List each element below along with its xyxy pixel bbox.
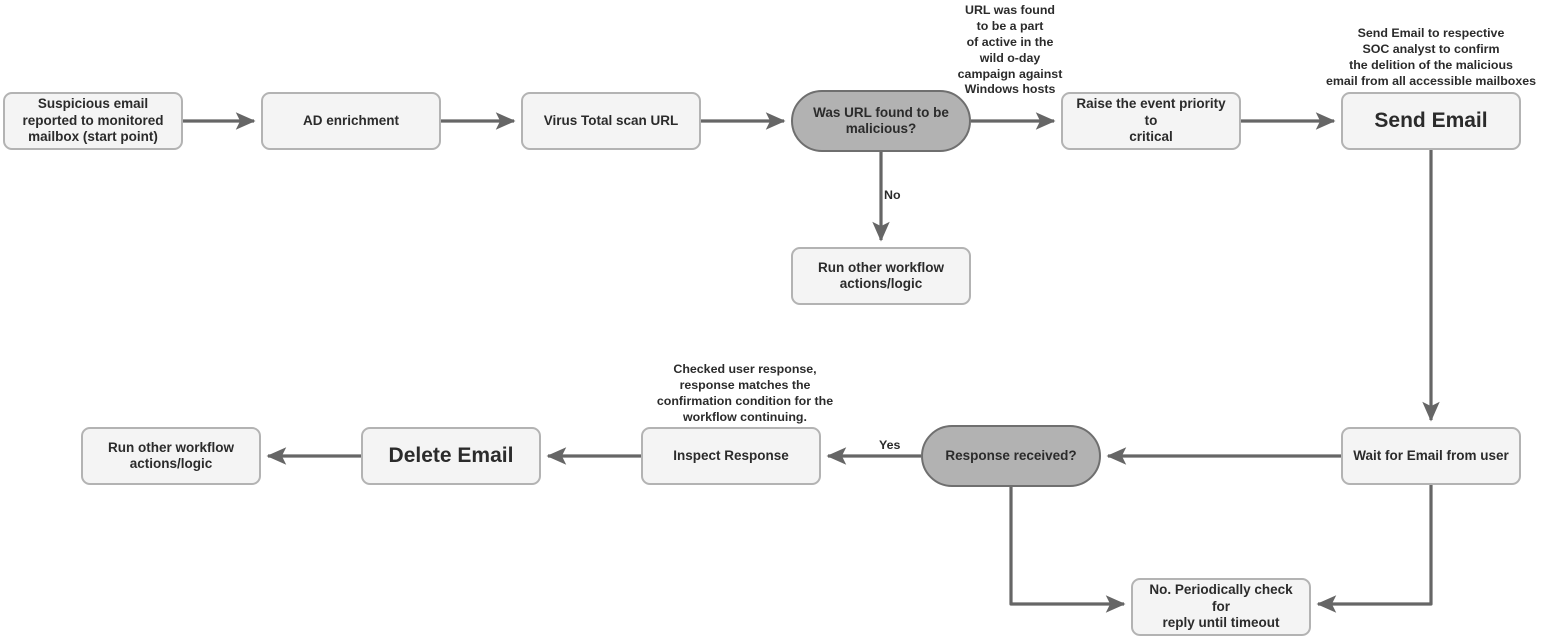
edge-wait-for-email-to-periodic-check xyxy=(1316,485,1433,613)
node-start[interactable]: Suspicious email reported to monitored m… xyxy=(3,92,183,150)
edge-response-no-to-periodic-check xyxy=(1009,487,1126,613)
node-delete-email[interactable]: Delete Email xyxy=(361,427,541,485)
node-send-email[interactable]: Send Email xyxy=(1341,92,1521,150)
node-virus-total-scan-url[interactable]: Virus Total scan URL xyxy=(521,92,701,150)
node-wait-for-email[interactable]: Wait for Email from user xyxy=(1341,427,1521,485)
edge-label-yes: Yes xyxy=(879,438,901,452)
annotation-checked-user-response-note: Checked user response, response matches … xyxy=(656,362,834,424)
node-url-malicious-decision[interactable]: Was URL found to be malicious? xyxy=(791,90,971,152)
edge-label-no: No xyxy=(884,188,901,202)
node-ad-enrichment[interactable]: AD enrichment xyxy=(261,92,441,150)
annotation-send-email-soc-note: Send Email to respective SOC analyst to … xyxy=(1325,26,1537,88)
node-periodic-check-timeout[interactable]: No. Periodically check for reply until t… xyxy=(1131,578,1311,636)
node-run-other-workflow-top[interactable]: Run other workflow actions/logic xyxy=(791,247,971,305)
node-response-received-decision[interactable]: Response received? xyxy=(921,425,1101,487)
node-inspect-response[interactable]: Inspect Response xyxy=(641,427,821,485)
node-raise-priority[interactable]: Raise the event priority to critical xyxy=(1061,92,1241,150)
flowchart-canvas: Suspicious email reported to monitored m… xyxy=(0,0,1542,637)
node-run-other-workflow-bottom[interactable]: Run other workflow actions/logic xyxy=(81,427,261,485)
connector-layer xyxy=(183,112,1440,613)
annotation-url-campaign-note: URL was found to be a part of active in … xyxy=(957,3,1063,97)
